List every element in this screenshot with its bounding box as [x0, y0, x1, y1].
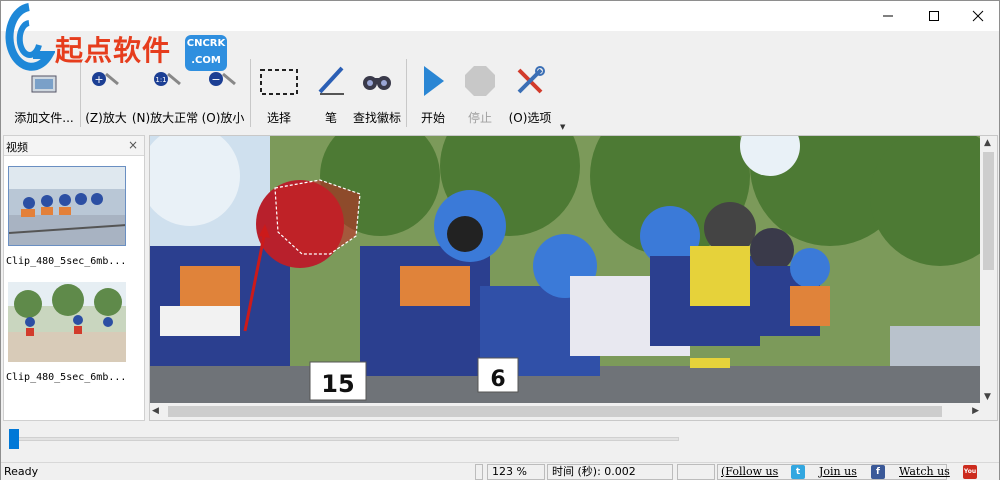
scroll-left-icon[interactable]: ◀ — [152, 406, 159, 416]
scroll-right-icon[interactable]: ▶ — [972, 406, 979, 416]
maximize-icon — [929, 11, 939, 21]
timeline-track[interactable] — [9, 437, 679, 441]
logo-text: 起点软件 — [55, 34, 172, 67]
zoom-level: 123 % — [487, 464, 545, 480]
join-us-link[interactable]: Join us — [819, 465, 857, 478]
timeline-bar — [3, 427, 997, 459]
zoom-out-label: (O)放小 — [201, 111, 245, 125]
toolbar-separator — [406, 59, 407, 127]
minimize-button[interactable] — [865, 1, 911, 31]
video-thumbnail-1[interactable] — [8, 166, 126, 246]
start-label: 开始 — [420, 111, 445, 125]
status-cell-blank — [475, 464, 483, 480]
stop-icon — [463, 59, 497, 103]
facebook-icon[interactable]: f — [871, 465, 885, 479]
youtube-icon[interactable]: You — [963, 465, 977, 479]
close-icon — [972, 10, 984, 22]
options-button[interactable]: (O)选项 — [507, 59, 553, 131]
status-cell-blank-2 — [677, 464, 715, 480]
logo-mark-icon — [5, 3, 55, 71]
select-label: 选择 — [266, 111, 291, 125]
pen-label: 笔 — [324, 111, 337, 125]
pen-button[interactable]: 笔 — [313, 59, 349, 131]
site-logo: 起点软件 CNCRK .COM — [3, 1, 233, 81]
logo-badge-line1: CNCRK — [186, 38, 226, 49]
zoom-normal-label: (N)放大正常 — [131, 111, 199, 125]
stop-button[interactable]: 停止 — [463, 59, 497, 131]
binoculars-icon — [360, 59, 394, 103]
vertical-scrollbar[interactable]: ▲ ▼ — [980, 136, 997, 404]
vertical-scroll-thumb[interactable] — [983, 152, 994, 270]
bib-number-15: 15 — [321, 370, 354, 398]
video-caption-1: Clip_480_5sec_6mb... — [6, 256, 127, 267]
video-thumbnail-2[interactable] — [8, 282, 126, 362]
scroll-up-icon[interactable]: ▲ — [984, 138, 991, 148]
stop-label: 停止 — [467, 111, 492, 125]
tools-icon — [513, 59, 547, 103]
horizontal-scrollbar[interactable]: ◀ ▶ — [150, 403, 982, 420]
add-file-label: 添加文件... — [14, 111, 74, 125]
video-caption-2: Clip_480_5sec_6mb... — [6, 372, 127, 383]
options-label: (O)选项 — [508, 111, 552, 125]
find-logo-button[interactable]: 查找徽标 — [351, 59, 403, 131]
video-panel-title: 视频 — [6, 141, 28, 154]
find-logo-label: 查找徽标 — [352, 111, 401, 125]
scroll-corner — [980, 403, 997, 420]
select-rectangle-icon — [259, 59, 299, 103]
twitter-icon[interactable]: t — [791, 465, 805, 479]
follow-us-link[interactable]: (Follow us — [721, 465, 778, 478]
logo-badge: CNCRK .COM — [185, 35, 227, 71]
select-button[interactable]: 选择 — [259, 59, 299, 131]
status-bar: Ready 123 % 时间 (秒): 0.002 (Follow us t J… — [1, 462, 999, 480]
video-viewer[interactable]: 15 6 ◀ ▶ ▲ ▼ — [149, 135, 998, 421]
maximize-button[interactable] — [911, 1, 957, 31]
bib-number-6: 6 — [490, 367, 505, 392]
toolbar-overflow-chevron-icon[interactable]: ▼ — [560, 123, 565, 131]
play-icon — [418, 59, 448, 103]
pen-icon — [314, 59, 348, 103]
timeline-slider[interactable] — [9, 429, 19, 449]
video-panel-header: 视频 × — [4, 136, 144, 156]
minimize-icon — [883, 15, 893, 17]
horizontal-scroll-thumb[interactable] — [168, 406, 942, 417]
scroll-down-icon[interactable]: ▼ — [984, 392, 991, 402]
video-list-panel: 视频 × Clip_480_5sec_6mb... Clip_480_5sec_… — [3, 135, 145, 421]
zoom-in-label: (Z)放大 — [85, 111, 127, 125]
video-frame[interactable]: 15 6 — [150, 136, 982, 404]
toolbar-separator — [250, 59, 251, 127]
time-readout: 时间 (秒): 0.002 — [547, 464, 673, 480]
panel-close-icon[interactable]: × — [128, 138, 138, 152]
watch-us-link[interactable]: Watch us — [899, 465, 950, 478]
logo-badge-line2: .COM — [191, 55, 221, 66]
close-button[interactable] — [955, 1, 1000, 31]
start-button[interactable]: 开始 — [417, 59, 449, 131]
app-window: 添加文件... + (Z)放大 1:1 (N)放大正常 − (O)放小 选择 笔… — [0, 0, 1000, 480]
status-text: Ready — [4, 465, 39, 478]
